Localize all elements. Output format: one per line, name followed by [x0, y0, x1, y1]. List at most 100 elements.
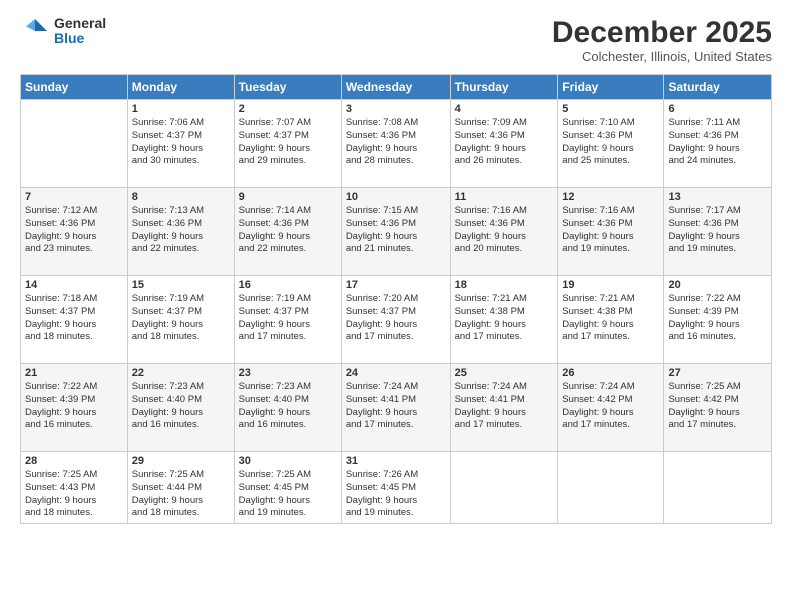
logo-general-text: General [54, 16, 106, 31]
day-number: 8 [132, 191, 230, 203]
calendar-cell: 13 Sunrise: 7:17 AM Sunset: 4:36 PM Dayli… [664, 188, 772, 276]
day-number: 9 [239, 191, 337, 203]
calendar-cell [450, 452, 558, 524]
day-info: Sunrise: 7:25 AM Sunset: 4:43 PM Dayligh… [25, 469, 123, 520]
calendar-table: SundayMondayTuesdayWednesdayThursdayFrid… [20, 74, 772, 524]
calendar-week-4: 21 Sunrise: 7:22 AM Sunset: 4:39 PM Dayli… [21, 364, 772, 452]
calendar-cell: 6Sunrise: 7:11 AM Sunset: 4:36 PM Daylig… [664, 100, 772, 188]
calendar-cell: 1 Sunrise: 7:06 AM Sunset: 4:37 PM Daylig… [127, 100, 234, 188]
day-number: 16 [239, 279, 337, 291]
day-info: Sunrise: 7:09 AM Sunset: 4:36 PM Dayligh… [455, 117, 554, 168]
day-number: 5 [562, 103, 659, 115]
day-info: Sunrise: 7:15 AM Sunset: 4:36 PM Dayligh… [346, 205, 446, 256]
header: General Blue December 2025 Colchester, I… [20, 16, 772, 64]
day-info: Sunrise: 7:24 AM Sunset: 4:41 PM Dayligh… [455, 381, 554, 432]
day-info: Sunrise: 7:08 AM Sunset: 4:36 PM Dayligh… [346, 117, 446, 168]
weekday-header-friday: Friday [558, 75, 664, 100]
calendar-cell: 9 Sunrise: 7:14 AM Sunset: 4:36 PM Daylig… [234, 188, 341, 276]
day-info: Sunrise: 7:14 AM Sunset: 4:36 PM Dayligh… [239, 205, 337, 256]
calendar-cell: 25 Sunrise: 7:24 AM Sunset: 4:41 PM Dayli… [450, 364, 558, 452]
day-info: Sunrise: 7:07 AM Sunset: 4:37 PM Dayligh… [239, 117, 337, 168]
calendar-week-5: 28 Sunrise: 7:25 AM Sunset: 4:43 PM Dayli… [21, 452, 772, 524]
calendar-cell: 7 Sunrise: 7:12 AM Sunset: 4:36 PM Daylig… [21, 188, 128, 276]
page: General Blue December 2025 Colchester, I… [0, 0, 792, 612]
day-number: 20 [668, 279, 767, 291]
day-info: Sunrise: 7:22 AM Sunset: 4:39 PM Dayligh… [25, 381, 123, 432]
calendar-cell: 23 Sunrise: 7:23 AM Sunset: 4:40 PM Dayli… [234, 364, 341, 452]
day-number: 17 [346, 279, 446, 291]
calendar-cell: 24 Sunrise: 7:24 AM Sunset: 4:41 PM Dayli… [341, 364, 450, 452]
calendar-cell: 3 Sunrise: 7:08 AM Sunset: 4:36 PM Daylig… [341, 100, 450, 188]
weekday-header-thursday: Thursday [450, 75, 558, 100]
weekday-header-monday: Monday [127, 75, 234, 100]
day-number: 26 [562, 367, 659, 379]
day-info: Sunrise: 7:16 AM Sunset: 4:36 PM Dayligh… [562, 205, 659, 256]
day-info: Sunrise: 7:25 AM Sunset: 4:44 PM Dayligh… [132, 469, 230, 520]
calendar-cell: 27Sunrise: 7:25 AM Sunset: 4:42 PM Dayli… [664, 364, 772, 452]
day-number: 23 [239, 367, 337, 379]
day-number: 15 [132, 279, 230, 291]
calendar-cell: 28 Sunrise: 7:25 AM Sunset: 4:43 PM Dayli… [21, 452, 128, 524]
day-info: Sunrise: 7:12 AM Sunset: 4:36 PM Dayligh… [25, 205, 123, 256]
day-info: Sunrise: 7:19 AM Sunset: 4:37 PM Dayligh… [239, 293, 337, 344]
day-number: 28 [25, 455, 123, 467]
day-info: Sunrise: 7:17 AM Sunset: 4:36 PM Dayligh… [668, 205, 767, 256]
day-number: 25 [455, 367, 554, 379]
calendar-cell: 5 Sunrise: 7:10 AM Sunset: 4:36 PM Daylig… [558, 100, 664, 188]
calendar-cell: 15Sunrise: 7:19 AM Sunset: 4:37 PM Dayli… [127, 276, 234, 364]
day-info: Sunrise: 7:25 AM Sunset: 4:42 PM Dayligh… [668, 381, 767, 432]
day-number: 21 [25, 367, 123, 379]
day-info: Sunrise: 7:22 AM Sunset: 4:39 PM Dayligh… [668, 293, 767, 344]
logo: General Blue [20, 16, 106, 47]
logo-icon [20, 16, 50, 46]
location: Colchester, Illinois, United States [552, 49, 772, 64]
day-info: Sunrise: 7:20 AM Sunset: 4:37 PM Dayligh… [346, 293, 446, 344]
calendar-cell: 20 Sunrise: 7:22 AM Sunset: 4:39 PM Dayli… [664, 276, 772, 364]
day-info: Sunrise: 7:23 AM Sunset: 4:40 PM Dayligh… [239, 381, 337, 432]
day-number: 6 [668, 103, 767, 115]
weekday-header-sunday: Sunday [21, 75, 128, 100]
weekday-header-saturday: Saturday [664, 75, 772, 100]
day-info: Sunrise: 7:24 AM Sunset: 4:41 PM Dayligh… [346, 381, 446, 432]
day-number: 4 [455, 103, 554, 115]
day-number: 12 [562, 191, 659, 203]
logo-blue-text: Blue [54, 31, 106, 46]
calendar-cell [558, 452, 664, 524]
day-info: Sunrise: 7:16 AM Sunset: 4:36 PM Dayligh… [455, 205, 554, 256]
day-info: Sunrise: 7:26 AM Sunset: 4:45 PM Dayligh… [346, 469, 446, 520]
day-info: Sunrise: 7:24 AM Sunset: 4:42 PM Dayligh… [562, 381, 659, 432]
day-number: 24 [346, 367, 446, 379]
calendar-week-3: 14Sunrise: 7:18 AM Sunset: 4:37 PM Dayli… [21, 276, 772, 364]
calendar-cell: 17 Sunrise: 7:20 AM Sunset: 4:37 PM Dayli… [341, 276, 450, 364]
calendar-cell [664, 452, 772, 524]
day-number: 1 [132, 103, 230, 115]
day-info: Sunrise: 7:10 AM Sunset: 4:36 PM Dayligh… [562, 117, 659, 168]
calendar-cell: 11 Sunrise: 7:16 AM Sunset: 4:36 PM Dayli… [450, 188, 558, 276]
calendar-cell: 2 Sunrise: 7:07 AM Sunset: 4:37 PM Daylig… [234, 100, 341, 188]
calendar-week-2: 7 Sunrise: 7:12 AM Sunset: 4:36 PM Daylig… [21, 188, 772, 276]
calendar-cell: 21 Sunrise: 7:22 AM Sunset: 4:39 PM Dayli… [21, 364, 128, 452]
day-number: 7 [25, 191, 123, 203]
calendar-cell [21, 100, 128, 188]
day-number: 2 [239, 103, 337, 115]
calendar-cell: 22 Sunrise: 7:23 AM Sunset: 4:40 PM Dayli… [127, 364, 234, 452]
day-number: 3 [346, 103, 446, 115]
day-number: 13 [668, 191, 767, 203]
logo-text: General Blue [54, 16, 106, 47]
day-info: Sunrise: 7:06 AM Sunset: 4:37 PM Dayligh… [132, 117, 230, 168]
title-block: December 2025 Colchester, Illinois, Unit… [552, 16, 772, 64]
weekday-header-tuesday: Tuesday [234, 75, 341, 100]
calendar-cell: 31Sunrise: 7:26 AM Sunset: 4:45 PM Dayli… [341, 452, 450, 524]
day-number: 10 [346, 191, 446, 203]
day-number: 29 [132, 455, 230, 467]
day-info: Sunrise: 7:25 AM Sunset: 4:45 PM Dayligh… [239, 469, 337, 520]
calendar-cell: 19Sunrise: 7:21 AM Sunset: 4:38 PM Dayli… [558, 276, 664, 364]
day-number: 30 [239, 455, 337, 467]
day-number: 11 [455, 191, 554, 203]
day-info: Sunrise: 7:21 AM Sunset: 4:38 PM Dayligh… [562, 293, 659, 344]
weekday-header-wednesday: Wednesday [341, 75, 450, 100]
calendar-cell: 14Sunrise: 7:18 AM Sunset: 4:37 PM Dayli… [21, 276, 128, 364]
day-info: Sunrise: 7:23 AM Sunset: 4:40 PM Dayligh… [132, 381, 230, 432]
calendar-cell: 26 Sunrise: 7:24 AM Sunset: 4:42 PM Dayli… [558, 364, 664, 452]
day-number: 22 [132, 367, 230, 379]
